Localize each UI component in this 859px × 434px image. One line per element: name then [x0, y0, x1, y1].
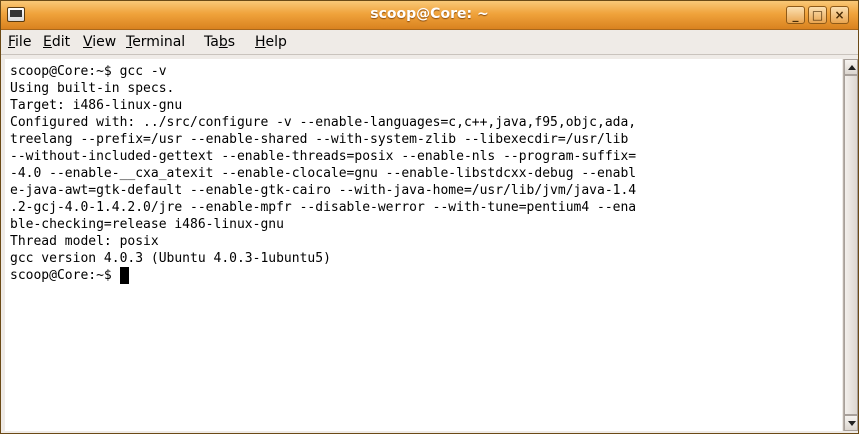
- terminal-window: scoop@Core: ~ _ □ × File Edit View Termi…: [0, 0, 859, 434]
- terminal-line: .2-gcj-4.0-1.4.2.0/jre --enable-mpfr --d…: [10, 200, 637, 215]
- menu-bar: File Edit View Terminal Tabs Help: [1, 30, 858, 55]
- menu-tabs[interactable]: Tabs: [204, 34, 235, 50]
- text-cursor: [119, 267, 129, 284]
- terminal-line: gcc version 4.0.3 (Ubuntu 4.0.3-1ubuntu5…: [10, 251, 331, 266]
- minimize-button[interactable]: _: [786, 6, 805, 24]
- terminal-line: ble-checking=release i486-linux-gnu: [10, 217, 284, 232]
- vertical-scrollbar[interactable]: [843, 59, 858, 431]
- terminal-line: treelang --prefix=/usr --enable-shared -…: [10, 132, 629, 147]
- terminal-prompt-line: scoop@Core:~$: [10, 267, 129, 284]
- prompt: scoop@Core:~$: [10, 268, 120, 283]
- terminal-line: --without-included-gettext --enable-thre…: [10, 149, 637, 164]
- terminal-line: scoop@Core:~$ gcc -v: [10, 64, 167, 79]
- menu-terminal[interactable]: Terminal: [126, 34, 185, 50]
- title-bar[interactable]: scoop@Core: ~ _ □ ×: [1, 1, 858, 30]
- terminal-line: Target: i486-linux-gnu: [10, 98, 183, 113]
- scrollbar-thumb[interactable]: [844, 75, 858, 415]
- scroll-down-arrow-icon[interactable]: [844, 415, 858, 431]
- terminal-output[interactable]: scoop@Core:~$ gcc -v Using built-in spec…: [5, 59, 842, 431]
- terminal-line: -4.0 --enable-__cxa_atexit --enable-cloc…: [10, 166, 637, 181]
- menu-view[interactable]: View: [83, 34, 116, 50]
- terminal-line: Using built-in specs.: [10, 81, 175, 96]
- menu-help[interactable]: Help: [255, 34, 287, 50]
- menu-file[interactable]: File: [8, 34, 31, 50]
- maximize-button[interactable]: □: [808, 6, 827, 24]
- window-title: scoop@Core: ~: [370, 6, 489, 22]
- close-button[interactable]: ×: [830, 6, 849, 24]
- menu-edit[interactable]: Edit: [43, 34, 70, 50]
- terminal-line: Configured with: ../src/configure -v --e…: [10, 115, 637, 130]
- terminal-line: Thread model: posix: [10, 234, 159, 249]
- scroll-up-arrow-icon[interactable]: [844, 59, 858, 75]
- terminal-line: e-java-awt=gtk-default --enable-gtk-cair…: [10, 183, 637, 198]
